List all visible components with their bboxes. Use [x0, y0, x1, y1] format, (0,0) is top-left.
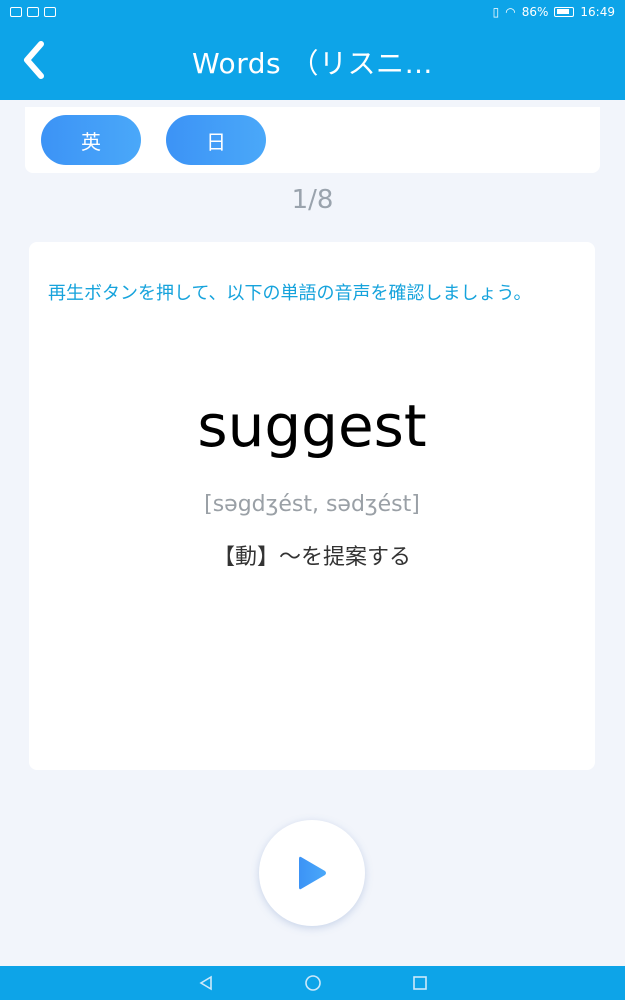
- back-button[interactable]: [14, 38, 54, 82]
- vibrate-icon: ▯: [492, 5, 500, 19]
- battery-icon: [554, 7, 575, 17]
- instruction-text: 再生ボタンを押して、以下の単語の音声を確認しましょう。: [48, 283, 532, 304]
- play-icon: [299, 856, 326, 890]
- circle-home-icon: [304, 975, 321, 991]
- status-bar-right: ▯ ◠ 86% 16:49: [493, 5, 615, 19]
- system-nav-bar: [0, 966, 625, 1000]
- meaning-text: 【動】～を提案する: [212, 545, 411, 570]
- language-toggle-bar: 英 日: [25, 107, 600, 173]
- vocabulary-word: suggest: [197, 392, 427, 460]
- notification-icon: [10, 7, 22, 17]
- nav-recents-button[interactable]: [409, 972, 431, 994]
- english-toggle-button[interactable]: 英: [41, 115, 141, 165]
- chevron-left-icon: [24, 41, 44, 79]
- cloud-icon: [27, 7, 39, 17]
- status-bar: ▯ ◠ 86% 16:49: [0, 0, 625, 24]
- clock: 16:49: [580, 5, 615, 19]
- square-recents-icon: [412, 976, 427, 990]
- progress-counter: 1/8: [291, 185, 334, 215]
- page-title: Words （リスニ…: [192, 47, 433, 80]
- youtube-icon: [44, 7, 56, 17]
- triangle-back-icon: [198, 975, 212, 991]
- nav-back-button[interactable]: [195, 972, 217, 994]
- word-card: 再生ボタンを押して、以下の単語の音声を確認しましょう。 suggest [səg…: [29, 242, 595, 770]
- nav-home-button[interactable]: [302, 972, 324, 994]
- battery-percent: 86%: [521, 5, 549, 19]
- pronunciation-text: [səgdʒést, sədʒést]: [204, 492, 420, 517]
- app-bar: Words （リスニ…: [0, 24, 625, 100]
- play-audio-button[interactable]: [259, 820, 365, 926]
- japanese-toggle-button[interactable]: 日: [166, 115, 266, 165]
- status-bar-left: [10, 7, 56, 17]
- wifi-icon: ◠: [505, 5, 516, 19]
